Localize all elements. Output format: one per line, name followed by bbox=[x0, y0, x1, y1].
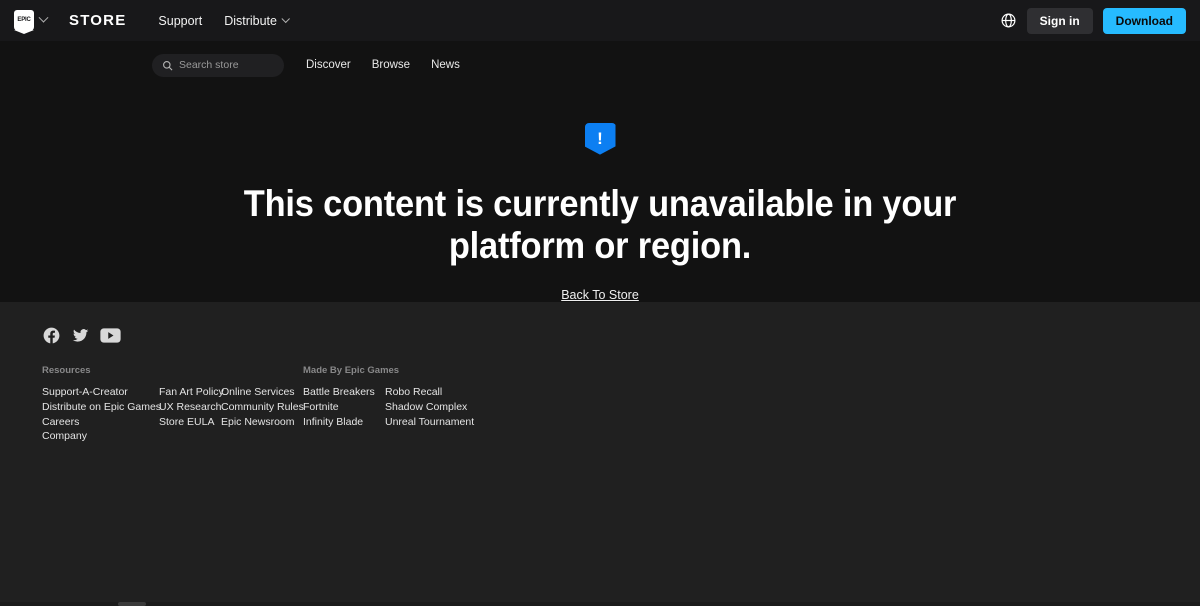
footer-column: Online Services Community Rules Epic New… bbox=[221, 385, 304, 444]
footer-column: Battle Breakers Fortnite Infinity Blade bbox=[303, 385, 385, 429]
store-subnav: Discover Browse News bbox=[0, 41, 1200, 89]
nav-item-support-label: Support bbox=[158, 13, 203, 28]
youtube-icon[interactable] bbox=[100, 326, 121, 345]
sign-in-button[interactable]: Sign in bbox=[1026, 7, 1093, 34]
epic-games-logo-icon: EPIC bbox=[14, 10, 34, 31]
search-icon bbox=[163, 60, 173, 70]
footer-link-robo-recall[interactable]: Robo Recall bbox=[385, 385, 505, 400]
nav-item-distribute-label: Distribute bbox=[224, 13, 277, 28]
subnav-item-browse[interactable]: Browse bbox=[372, 59, 410, 71]
alert-badge-icon: ! bbox=[584, 123, 616, 155]
nav-item-distribute[interactable]: Distribute bbox=[224, 13, 290, 28]
download-button[interactable]: Download bbox=[1102, 7, 1186, 34]
social-links bbox=[42, 302, 1158, 345]
footer-link-infinity-blade[interactable]: Infinity Blade bbox=[303, 415, 385, 430]
horizontal-scrollbar-thumb[interactable] bbox=[118, 602, 146, 606]
footer-link-battle-breakers[interactable]: Battle Breakers bbox=[303, 385, 385, 400]
nav-item-support[interactable]: Support bbox=[158, 14, 202, 28]
back-to-store-link[interactable]: Back To Store bbox=[561, 288, 639, 302]
footer-group-made-by-epic-games: Made By Epic Games Battle Breakers Fortn… bbox=[303, 365, 505, 444]
epic-games-logo-button[interactable]: EPIC bbox=[14, 10, 49, 31]
search-box[interactable] bbox=[152, 53, 284, 77]
alert-badge-glyph: ! bbox=[597, 129, 603, 148]
footer-link-online-services[interactable]: Online Services bbox=[221, 385, 303, 400]
footer-link-careers[interactable]: Careers bbox=[42, 415, 159, 430]
main-message-area: ! This content is currently unavailable … bbox=[0, 89, 1200, 302]
subnav-item-discover[interactable]: Discover bbox=[306, 59, 351, 71]
search-input[interactable] bbox=[179, 59, 274, 71]
chevron-down-icon bbox=[281, 14, 290, 23]
epic-logo-text: EPIC bbox=[17, 16, 31, 23]
footer-link-unreal-tournament[interactable]: Unreal Tournament bbox=[385, 415, 505, 430]
footer-group-heading: Made By Epic Games bbox=[303, 365, 400, 376]
horizontal-scrollbar-track[interactable] bbox=[0, 602, 1200, 606]
footer-link-fortnite[interactable]: Fortnite bbox=[303, 400, 385, 415]
footer-link-epic-newsroom[interactable]: Epic Newsroom bbox=[221, 415, 303, 430]
footer-link-store-eula[interactable]: Store EULA bbox=[159, 415, 221, 430]
globe-icon[interactable] bbox=[1000, 12, 1017, 29]
footer-link-company[interactable]: Company bbox=[42, 429, 159, 444]
subnav-links: Discover Browse News bbox=[306, 59, 460, 71]
subnav-item-news[interactable]: News bbox=[431, 59, 460, 71]
twitter-icon[interactable] bbox=[71, 326, 90, 345]
footer-link-grid: Resources Support-A-Creator Distribute o… bbox=[42, 365, 1158, 444]
footer-column: Support-A-Creator Distribute on Epic Gam… bbox=[42, 385, 161, 444]
footer-column: Robo Recall Shadow Complex Unreal Tourna… bbox=[385, 385, 505, 429]
footer-link-support-a-creator[interactable]: Support-A-Creator bbox=[42, 385, 159, 400]
page-root: EPIC STORE Support Distribute Sign in Do… bbox=[0, 0, 1200, 606]
top-header-bar: EPIC STORE Support Distribute Sign in Do… bbox=[0, 0, 1200, 41]
store-wordmark: STORE bbox=[69, 12, 127, 29]
footer-link-fan-art-policy[interactable]: Fan Art Policy bbox=[159, 385, 224, 400]
footer-group-resources: Resources Support-A-Creator Distribute o… bbox=[42, 365, 304, 444]
footer-column: Fan Art Policy UX Research Store EULA bbox=[159, 385, 224, 444]
chevron-down-icon bbox=[38, 12, 49, 23]
footer-link-community-rules[interactable]: Community Rules bbox=[221, 400, 304, 415]
facebook-icon[interactable] bbox=[42, 326, 61, 345]
header-nav: Support Distribute bbox=[158, 13, 290, 28]
page-title: This content is currently unavailable in… bbox=[243, 182, 957, 266]
footer-group-heading: Resources bbox=[42, 365, 91, 376]
footer-link-shadow-complex[interactable]: Shadow Complex bbox=[385, 400, 505, 415]
header-actions: Sign in Download bbox=[1000, 7, 1186, 34]
footer-link-ux-research[interactable]: UX Research bbox=[159, 400, 221, 415]
site-footer: Resources Support-A-Creator Distribute o… bbox=[0, 302, 1200, 606]
footer-link-distribute-on-epic-games[interactable]: Distribute on Epic Games bbox=[42, 400, 161, 415]
